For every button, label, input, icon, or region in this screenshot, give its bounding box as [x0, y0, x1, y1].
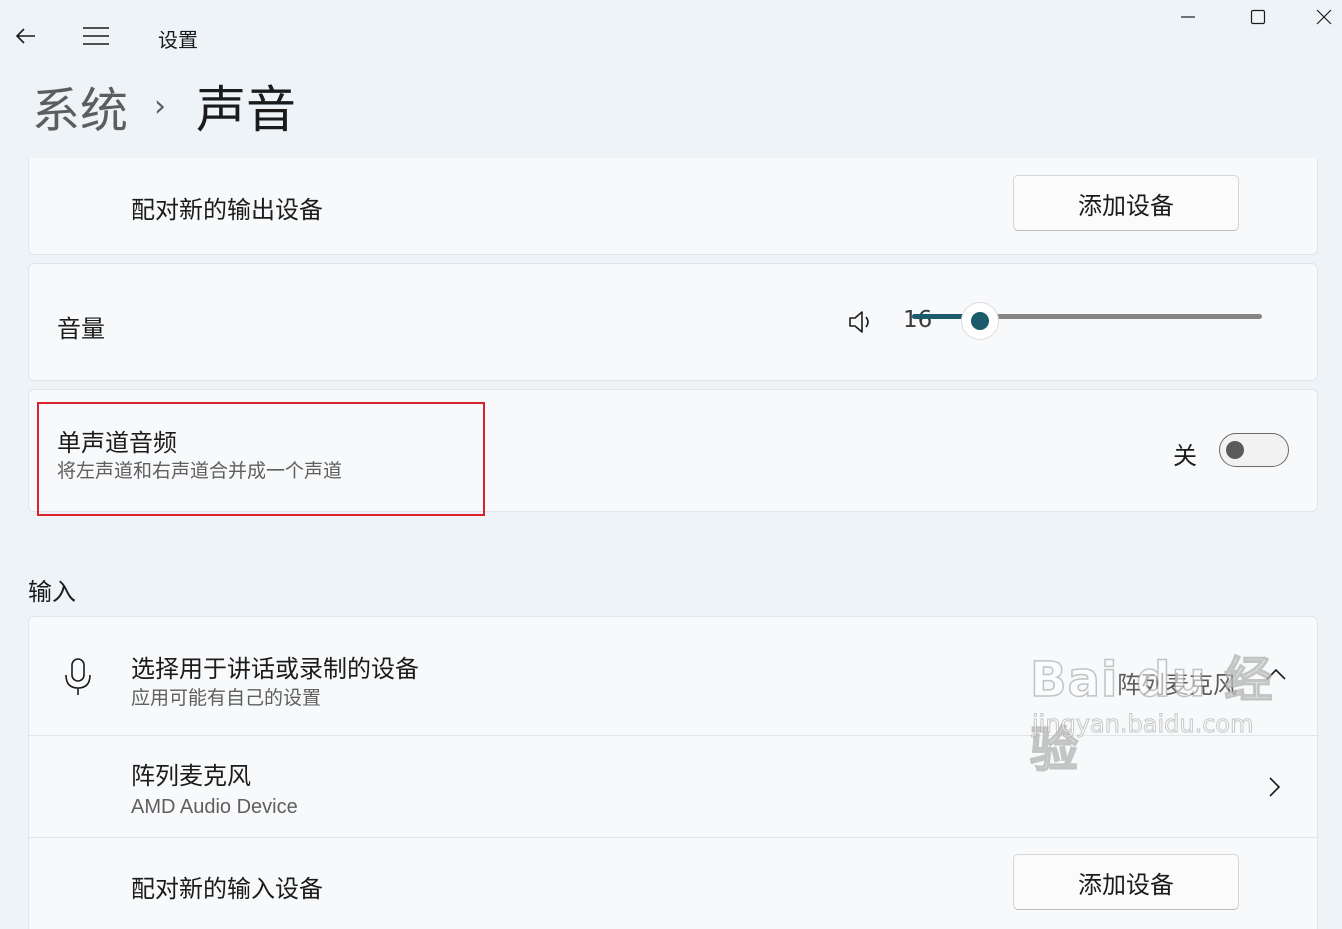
breadcrumb: 系统 › 声音 [32, 71, 296, 141]
input-device-card: 选择用于讲话或录制的设备 应用可能有自己的设置 阵列麦克风 阵列麦克风 AMD … [28, 616, 1319, 929]
choose-input-device-row[interactable]: 选择用于讲话或录制的设备 应用可能有自己的设置 阵列麦克风 [29, 617, 1319, 735]
pair-input-device-row: 配对新的输入设备 添加设备 [29, 838, 1319, 929]
pair-output-device-label: 配对新的输出设备 [131, 196, 323, 224]
microphone-icon [65, 658, 91, 695]
choose-input-device-description: 应用可能有自己的设置 [131, 687, 322, 709]
mono-audio-toggle[interactable] [1219, 433, 1289, 467]
toggle-knob [1226, 441, 1244, 459]
highlight-annotation-box [37, 402, 485, 516]
volume-value: 16 [903, 307, 933, 333]
chevron-up-icon[interactable] [1265, 667, 1287, 681]
maximize-icon [1250, 9, 1266, 25]
close-icon [1316, 9, 1332, 25]
minimize-button[interactable] [1166, 0, 1210, 34]
back-button[interactable] [6, 16, 46, 56]
app-title: 设置 [158, 28, 198, 52]
breadcrumb-separator-chevron: › [154, 88, 167, 124]
volume-slider-thumb-dot [971, 312, 990, 330]
selected-input-device: 阵列麦克风 [1117, 671, 1237, 699]
settings-content[interactable]: 配对新的输出设备 添加设备 音量 16 单声道音频 将左声道和右声道合并成一个声… [0, 158, 1342, 929]
input-device-row[interactable]: 阵列麦克风 AMD Audio Device [29, 736, 1319, 837]
breadcrumb-parent-system[interactable]: 系统 [32, 71, 128, 141]
back-arrow-icon [15, 28, 35, 44]
volume-label: 音量 [57, 315, 105, 343]
speaker-icon[interactable] [847, 308, 875, 336]
chevron-right-icon [1269, 777, 1281, 797]
input-section-title: 输入 [28, 578, 76, 606]
pair-output-device-card: 配对新的输出设备 添加设备 [28, 158, 1318, 255]
choose-input-device-title: 选择用于讲话或录制的设备 [131, 655, 419, 683]
input-device-detail: AMD Audio Device [131, 796, 298, 818]
title-bar: 设置 [0, 0, 1342, 70]
hamburger-icon [83, 27, 109, 45]
add-input-device-button[interactable]: 添加设备 [1013, 854, 1239, 910]
maximize-button[interactable] [1236, 0, 1280, 34]
mono-audio-state-label: 关 [1173, 442, 1197, 470]
add-output-device-button[interactable]: 添加设备 [1013, 175, 1239, 231]
pair-input-device-label: 配对新的输入设备 [131, 875, 323, 903]
page-title: 声音 [196, 81, 297, 139]
navigation-menu-button[interactable] [76, 16, 116, 56]
minimize-icon [1181, 16, 1195, 18]
close-button[interactable] [1302, 0, 1342, 34]
volume-card: 音量 16 [28, 263, 1318, 381]
input-device-name: 阵列麦克风 [131, 762, 251, 790]
